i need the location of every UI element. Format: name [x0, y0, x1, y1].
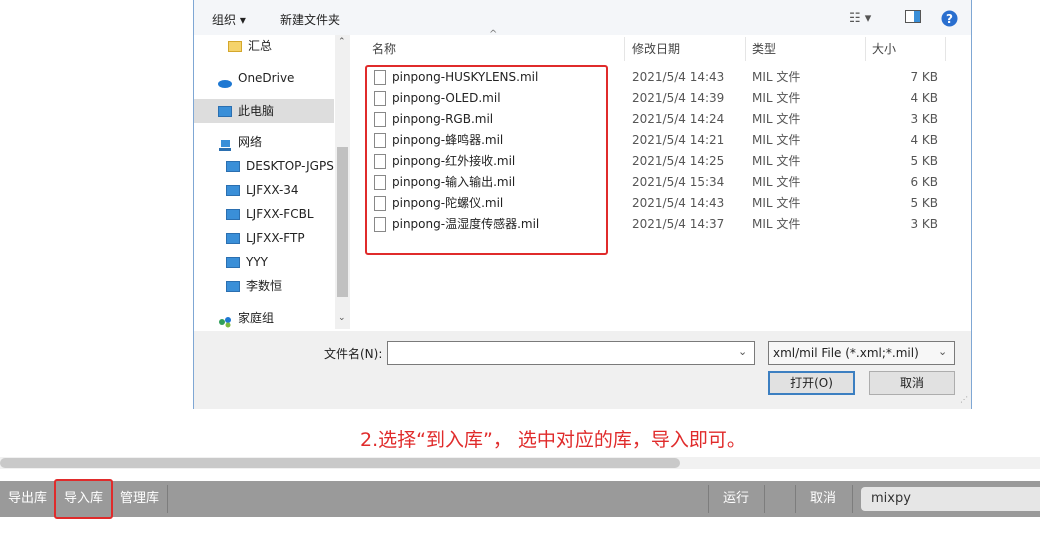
- column-header-type[interactable]: 类型: [752, 35, 776, 63]
- cancel-run-button[interactable]: 取消: [810, 481, 836, 517]
- nav-scroll-thumb[interactable]: [337, 147, 348, 297]
- filename-input[interactable]: [387, 341, 755, 365]
- nav-item-this-pc[interactable]: 此电脑: [194, 99, 334, 123]
- navigation-pane: 汇总 OneDrive 此电脑 网络 DESKTOP-JGPS LJFXX-34…: [194, 35, 351, 331]
- scroll-up-icon[interactable]: ⌃: [338, 37, 346, 47]
- horizontal-scroll-thumb[interactable]: [0, 458, 680, 468]
- cancel-button[interactable]: 取消: [869, 371, 955, 395]
- computer-icon: [226, 281, 240, 292]
- column-separator[interactable]: [945, 37, 946, 61]
- files-highlight-box: [365, 65, 608, 255]
- view-options-icon[interactable]: ☷ ▾: [849, 11, 871, 26]
- column-separator[interactable]: [865, 37, 866, 61]
- computer-icon: [218, 106, 232, 117]
- nav-item-network[interactable]: 网络: [194, 131, 358, 153]
- preview-pane-icon[interactable]: [905, 10, 921, 27]
- homegroup-icon: [218, 313, 232, 328]
- computer-icon: [226, 161, 240, 172]
- column-header-date[interactable]: 修改日期: [632, 35, 680, 63]
- scroll-down-icon[interactable]: ⌄: [338, 313, 346, 323]
- run-button[interactable]: 运行: [723, 481, 749, 517]
- bottom-toolbar: 导出库 导入库 管理库 运行 取消 mixpy: [0, 481, 1040, 517]
- computer-icon: [226, 209, 240, 220]
- computer-icon: [226, 233, 240, 244]
- toolbar-separator: [852, 485, 853, 513]
- new-folder-button[interactable]: 新建文件夹: [280, 11, 340, 28]
- chevron-down-icon[interactable]: ⌄: [938, 345, 947, 358]
- column-header-name[interactable]: 名称: [372, 35, 396, 63]
- help-icon[interactable]: ?: [941, 10, 958, 31]
- toolbar-separator: [795, 485, 796, 513]
- toolbar-separator: [708, 485, 709, 513]
- folder-icon: [228, 41, 242, 52]
- cloud-icon: [218, 73, 232, 88]
- file-type-select[interactable]: xml/mil File (*.xml;*.mil): [768, 341, 955, 365]
- open-button[interactable]: 打开(O): [768, 371, 855, 395]
- filename-label: 文件名(N):: [324, 347, 383, 361]
- resize-grip-icon[interactable]: ⋰: [960, 395, 968, 404]
- dialog-toolbar: 组织 ▾ 新建文件夹 ☷ ▾ ?: [194, 0, 971, 35]
- nav-item-onedrive[interactable]: OneDrive: [194, 67, 358, 89]
- sort-ascending-icon: ^: [489, 29, 498, 40]
- computer-icon: [226, 257, 240, 268]
- dialog-bottom-bar: 文件名(N): ⌄ xml/mil File (*.xml;*.mil) ⌄ 打…: [194, 331, 971, 409]
- instruction-caption: 2.选择“到入库”， 选中对应的库，导入即可。: [360, 429, 746, 451]
- chevron-down-icon[interactable]: ⌄: [738, 345, 747, 358]
- column-separator[interactable]: [745, 37, 746, 61]
- column-header-size[interactable]: 大小: [872, 35, 896, 63]
- toolbar-separator: [167, 485, 168, 513]
- svg-text:?: ?: [946, 12, 953, 26]
- computer-icon: [226, 185, 240, 196]
- open-file-dialog: 组织 ▾ 新建文件夹 ☷ ▾ ? 汇总 OneDrive 此电脑 网络 DESK…: [193, 0, 972, 409]
- nav-item-homegroup[interactable]: 家庭组: [194, 307, 358, 329]
- language-select[interactable]: mixpy: [861, 487, 1040, 511]
- network-icon: [218, 137, 232, 151]
- import-highlight-box: [54, 479, 113, 519]
- nav-scrollbar[interactable]: ⌃ ⌄: [335, 35, 350, 329]
- manage-library-button[interactable]: 管理库: [120, 481, 159, 517]
- export-library-button[interactable]: 导出库: [8, 481, 47, 517]
- toolbar-separator: [764, 485, 765, 513]
- column-separator[interactable]: [624, 37, 625, 61]
- organize-button[interactable]: 组织 ▾: [212, 11, 246, 28]
